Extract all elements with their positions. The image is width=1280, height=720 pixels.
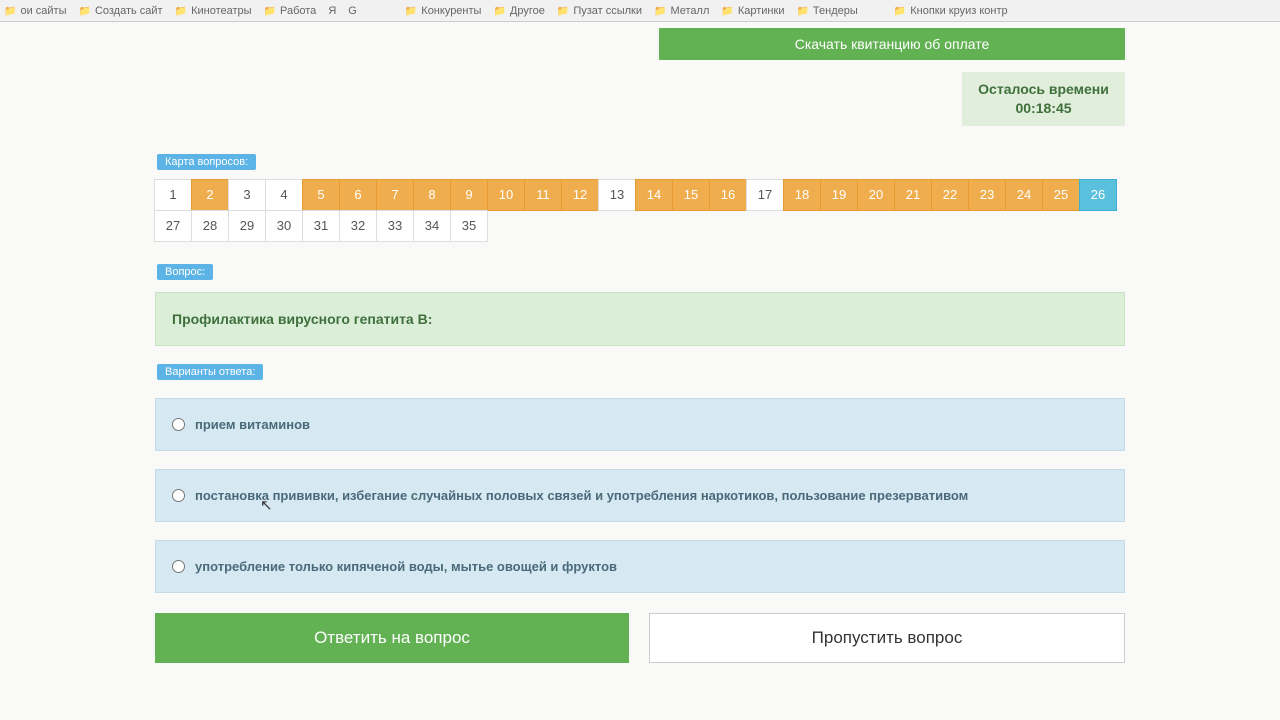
question-map: 1234567891011121314151617181920212223242… [155, 180, 1125, 242]
question-map-cell[interactable]: 6 [339, 179, 377, 211]
bookmark-label: Создать сайт [95, 5, 163, 17]
bookmark-label: Работа [280, 5, 316, 17]
page-content: Скачать квитанцию об оплате Осталось вре… [145, 28, 1135, 663]
bookmark-item[interactable]: Я [328, 5, 336, 17]
question-map-cell[interactable]: 30 [265, 210, 303, 242]
question-text: Профилактика вирусного гепатита В: [155, 292, 1125, 346]
bookmark-item[interactable]: Кинотеатры [175, 5, 252, 17]
folder-icon [557, 5, 569, 17]
bookmark-item[interactable]: ои сайты [4, 5, 66, 17]
question-map-cell[interactable]: 27 [154, 210, 192, 242]
bookmark-item[interactable]: Металл [654, 5, 709, 17]
question-map-cell[interactable]: 22 [931, 179, 969, 211]
question-map-cell[interactable]: 7 [376, 179, 414, 211]
answer-option[interactable]: прием витаминов [155, 398, 1125, 451]
bookmark-item[interactable]: Картинки [721, 5, 784, 17]
bookmark-item[interactable]: Пузат ссылки [557, 5, 642, 17]
folder-icon [796, 5, 808, 17]
folder-icon [264, 5, 276, 17]
question-map-cell[interactable]: 10 [487, 179, 525, 211]
answer-radio[interactable] [172, 418, 185, 431]
folder-icon [405, 5, 417, 17]
answer-option[interactable]: постановка прививки, избегание случайных… [155, 469, 1125, 522]
question-map-cell[interactable]: 16 [709, 179, 747, 211]
skip-button[interactable]: Пропустить вопрос [649, 613, 1125, 663]
question-map-cell[interactable]: 19 [820, 179, 858, 211]
time-remaining-box: Осталось времени 00:18:45 [962, 72, 1125, 126]
question-map-cell[interactable]: 23 [968, 179, 1006, 211]
answer-text: употребление только кипяченой воды, мыть… [195, 559, 617, 574]
question-map-cell[interactable]: 24 [1005, 179, 1043, 211]
question-map-cell[interactable]: 3 [228, 179, 266, 211]
bookmark-label: ои сайты [20, 5, 66, 17]
bookmark-label: Другое [510, 5, 545, 17]
bookmark-item[interactable]: Конкуренты [405, 5, 482, 17]
bookmarks-bar: ои сайты Создать сайт Кинотеатры Работа ЯG Ко… [0, 0, 1280, 22]
download-receipt-button[interactable]: Скачать квитанцию об оплате [659, 28, 1125, 60]
question-map-cell[interactable]: 8 [413, 179, 451, 211]
question-map-cell[interactable]: 18 [783, 179, 821, 211]
answer-text: прием витаминов [195, 417, 310, 432]
folder-icon [894, 5, 906, 17]
time-remaining-label: Осталось времени [968, 80, 1119, 99]
folder-icon [721, 5, 733, 17]
question-map-cell[interactable]: 9 [450, 179, 488, 211]
question-map-cell[interactable]: 35 [450, 210, 488, 242]
answers-section-label: Варианты ответа: [157, 364, 263, 380]
folder-icon [175, 5, 187, 17]
bookmark-item[interactable]: Кнопки круиз контр [894, 5, 1008, 17]
question-map-cell[interactable]: 15 [672, 179, 710, 211]
answers-list: прием витаминов постановка прививки, избе… [155, 398, 1125, 593]
bookmark-label: Конкуренты [421, 5, 481, 17]
question-map-cell[interactable]: 13 [598, 179, 636, 211]
bookmark-label: Кинотеатры [191, 5, 251, 17]
bookmark-item[interactable]: G [348, 5, 357, 17]
bookmark-item[interactable]: Работа [264, 5, 317, 17]
answer-text: постановка прививки, избегание случайных… [195, 488, 968, 503]
bookmark-label: Тендеры [813, 5, 858, 17]
answer-radio[interactable] [172, 560, 185, 573]
question-map-cell[interactable]: 33 [376, 210, 414, 242]
question-map-cell[interactable]: 11 [524, 179, 562, 211]
question-map-cell[interactable]: 32 [339, 210, 377, 242]
question-map-cell[interactable]: 17 [746, 179, 784, 211]
folder-icon [493, 5, 505, 17]
bookmark-item[interactable]: Тендеры [796, 5, 857, 17]
bookmark-label: Картинки [738, 5, 785, 17]
question-map-cell[interactable]: 34 [413, 210, 451, 242]
question-map-cell[interactable]: 12 [561, 179, 599, 211]
bookmark-item[interactable]: Другое [493, 5, 544, 17]
bookmark-item[interactable]: Создать сайт [78, 5, 162, 17]
question-section-label: Вопрос: [157, 264, 213, 280]
answer-button[interactable]: Ответить на вопрос [155, 613, 629, 663]
folder-icon [4, 5, 16, 17]
question-map-cell[interactable]: 28 [191, 210, 229, 242]
question-map-cell[interactable]: 20 [857, 179, 895, 211]
question-map-cell[interactable]: 26 [1079, 179, 1117, 211]
folder-icon [78, 5, 90, 17]
question-map-cell[interactable]: 5 [302, 179, 340, 211]
bookmark-label: Металл [670, 5, 709, 17]
question-map-cell[interactable]: 1 [154, 179, 192, 211]
question-map-label: Карта вопросов: [157, 154, 256, 170]
answer-option[interactable]: употребление только кипяченой воды, мыть… [155, 540, 1125, 593]
bookmark-label: G [348, 5, 357, 17]
question-map-cell[interactable]: 2 [191, 179, 229, 211]
question-map-cell[interactable]: 21 [894, 179, 932, 211]
folder-icon [654, 5, 666, 17]
question-map-cell[interactable]: 29 [228, 210, 266, 242]
bookmark-label: Пузат ссылки [573, 5, 642, 17]
question-map-cell[interactable]: 4 [265, 179, 303, 211]
answer-radio[interactable] [172, 489, 185, 502]
question-map-cell[interactable]: 14 [635, 179, 673, 211]
bookmark-label: Я [328, 5, 336, 17]
time-remaining-value: 00:18:45 [968, 99, 1119, 118]
question-map-cell[interactable]: 31 [302, 210, 340, 242]
question-map-cell[interactable]: 25 [1042, 179, 1080, 211]
action-buttons: Ответить на вопрос Пропустить вопрос [155, 613, 1125, 663]
bookmark-label: Кнопки круиз контр [910, 5, 1007, 17]
